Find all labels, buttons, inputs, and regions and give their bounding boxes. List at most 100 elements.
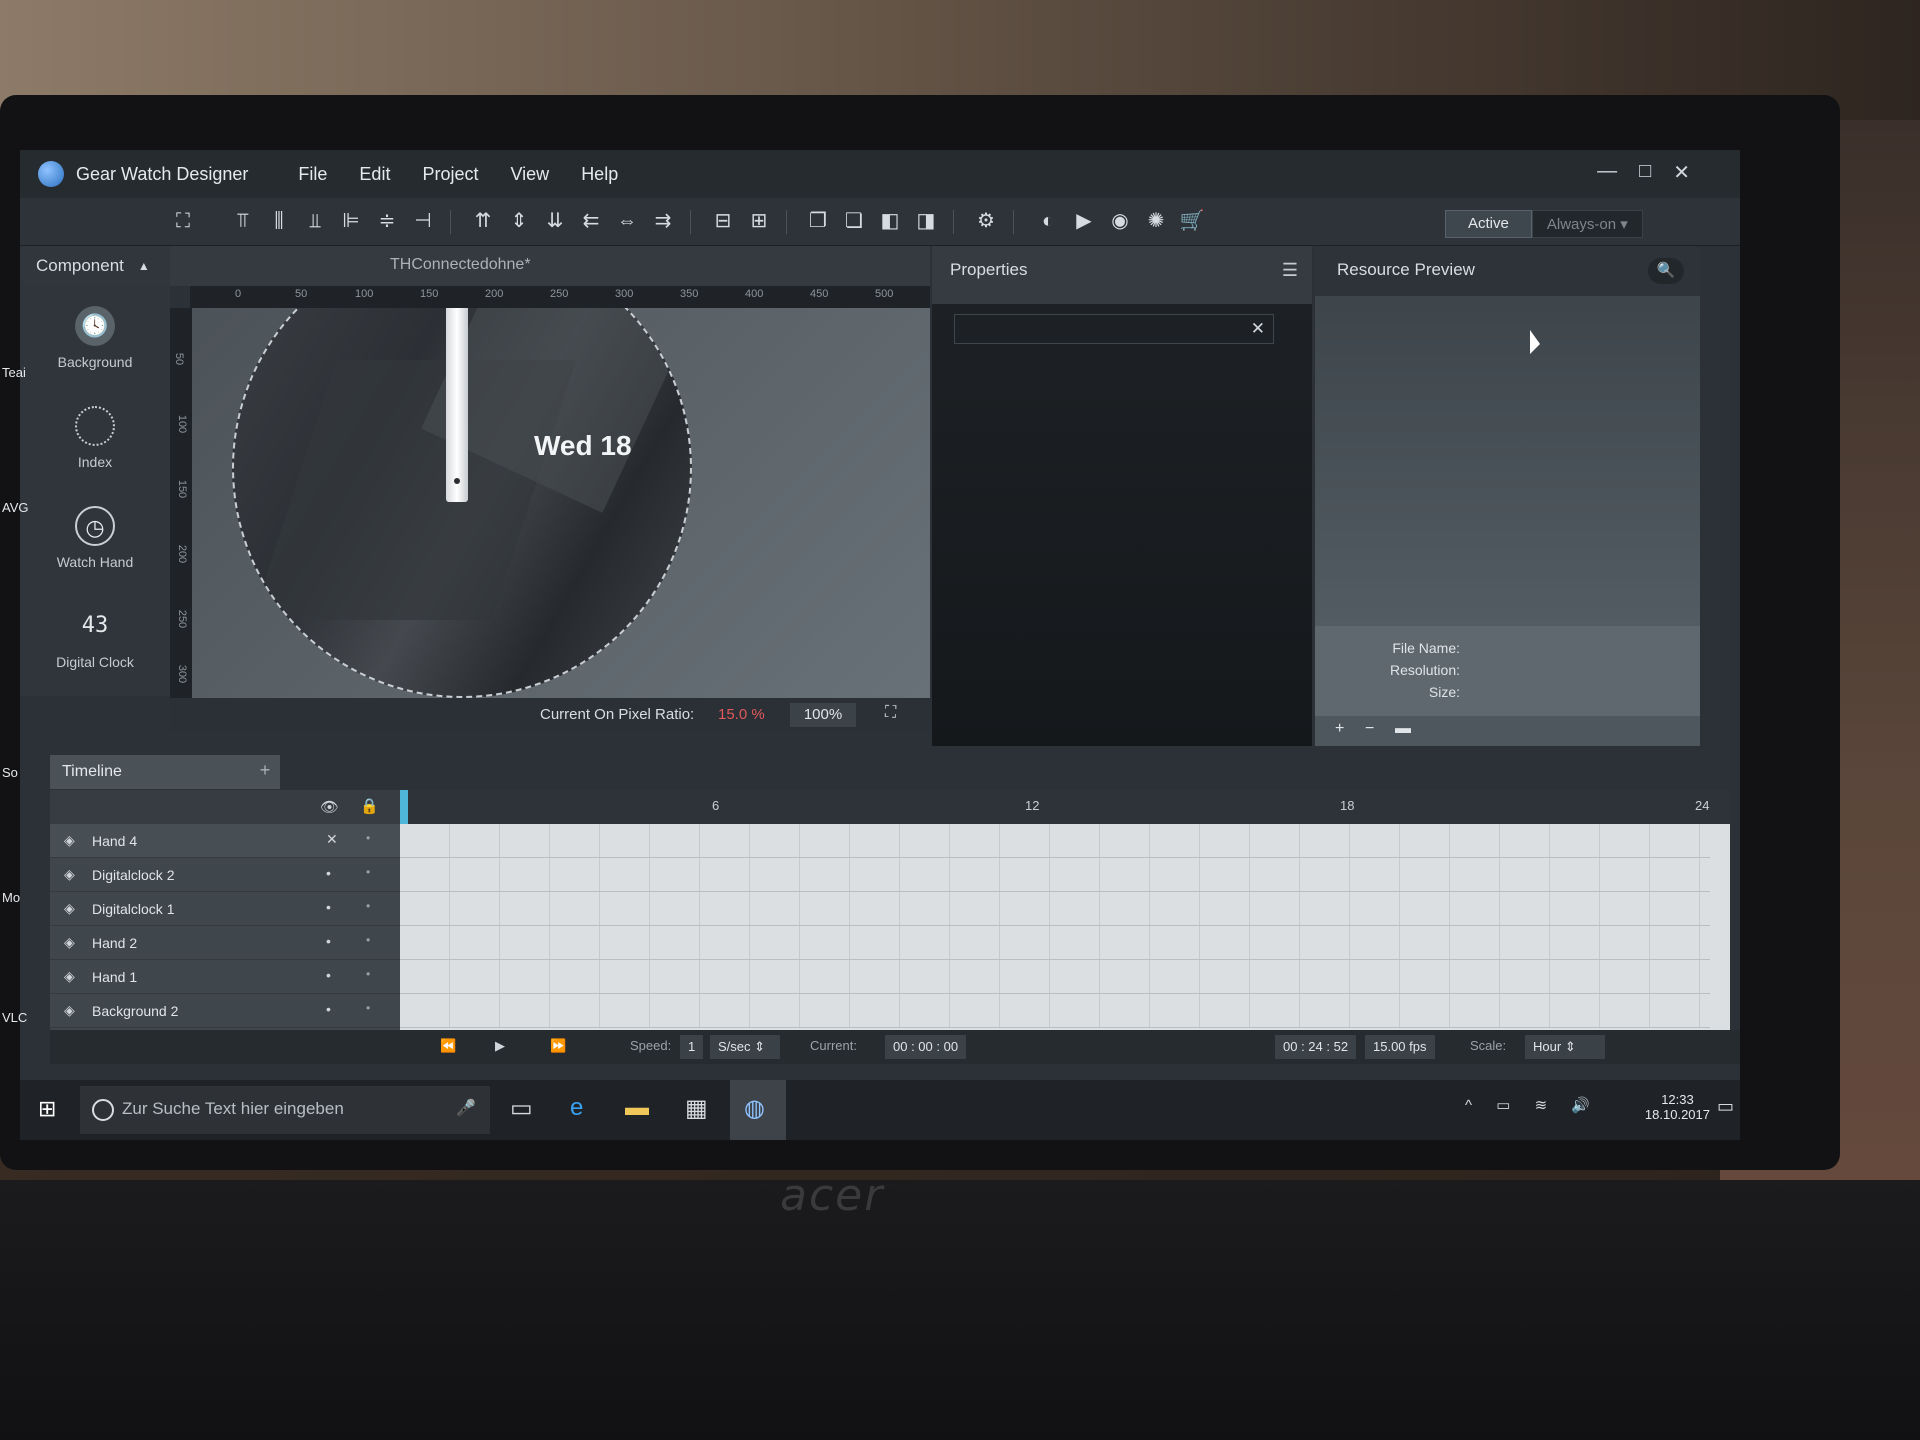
component-background[interactable]: 🕓 Background xyxy=(20,306,170,370)
distribute-vertical-icon[interactable]: ⇕ xyxy=(506,208,532,234)
collapse-arrow-icon[interactable]: ▲ xyxy=(138,259,150,273)
rewind-icon[interactable]: ⏪ xyxy=(440,1038,456,1054)
send-backward-icon[interactable]: ❏ xyxy=(841,208,867,234)
document-title[interactable]: THConnectedohne* xyxy=(390,256,531,274)
align-center-icon[interactable]: ≑ xyxy=(374,208,400,234)
lock-dot-icon[interactable]: • xyxy=(366,831,370,845)
lock-dot-icon[interactable]: • xyxy=(366,1001,370,1015)
store-icon[interactable]: ▦ xyxy=(685,1094,708,1123)
visible-dot-icon[interactable]: • xyxy=(326,933,331,949)
menu-help[interactable]: Help xyxy=(581,164,618,185)
add-resource-button[interactable]: + xyxy=(1335,720,1344,738)
visible-dot-icon[interactable]: • xyxy=(326,967,331,983)
panel-menu-icon[interactable]: ☰ xyxy=(1282,260,1298,281)
visibility-toggle-icon[interactable]: 👁 xyxy=(320,798,339,816)
layer-row[interactable]: ◈ Hand 4 ✕ • xyxy=(50,824,400,858)
desktop-icon-label[interactable]: So xyxy=(2,765,18,780)
clock[interactable]: 12:33 18.10.2017 xyxy=(1645,1092,1710,1122)
visible-dot-icon[interactable]: • xyxy=(326,865,331,881)
align-bottom-icon[interactable]: ⫫ xyxy=(302,208,328,234)
timeline-time-scale[interactable]: 6 12 18 24 xyxy=(400,790,1730,824)
task-view-icon[interactable]: ▭ xyxy=(510,1094,533,1123)
system-tray-icons[interactable]: ^ ▭ ≋ 🔊 xyxy=(1465,1096,1600,1114)
lock-icon[interactable]: 🔒 xyxy=(360,797,379,815)
track-row[interactable] xyxy=(400,960,1710,994)
layer-row[interactable]: ◈ Digitalclock 1 • • xyxy=(50,892,400,926)
clear-search-icon[interactable]: ✕ xyxy=(1251,319,1265,339)
maximize-button[interactable]: □ xyxy=(1639,160,1651,185)
close-button[interactable]: ✕ xyxy=(1673,160,1690,185)
track-row[interactable] xyxy=(400,926,1710,960)
windows-start-icon[interactable]: ⊞ xyxy=(38,1096,56,1122)
menu-view[interactable]: View xyxy=(510,164,549,185)
menu-edit[interactable]: Edit xyxy=(359,164,390,185)
speed-unit-select[interactable]: S/sec ⇕ xyxy=(710,1035,780,1059)
remove-resource-button[interactable]: − xyxy=(1365,720,1374,738)
visible-dot-icon[interactable]: • xyxy=(326,1001,331,1017)
digital-date-element[interactable]: Wed 18 xyxy=(534,430,632,462)
mode-always-on-button[interactable]: Always-on ▾ xyxy=(1531,210,1643,238)
record-icon[interactable]: ◉ xyxy=(1107,208,1133,234)
align-top-icon[interactable]: ⫪ xyxy=(230,208,256,234)
playhead-handle[interactable] xyxy=(400,790,408,824)
layer-row[interactable]: ◈ Background 2 • • xyxy=(50,994,400,1028)
track-row[interactable] xyxy=(400,858,1710,892)
fast-forward-icon[interactable]: ⏩ xyxy=(550,1038,566,1054)
align-left-icon[interactable]: ⊫ xyxy=(338,208,364,234)
settings-gear-icon[interactable]: ✺ xyxy=(1143,208,1169,234)
lock-dot-icon[interactable]: • xyxy=(366,933,370,947)
desktop-icon-label[interactable]: VLC xyxy=(2,1010,27,1025)
build-icon[interactable]: ⚙ xyxy=(973,208,999,234)
layer-row[interactable]: ◈ Digitalclock 2 • • xyxy=(50,858,400,892)
contrast-icon[interactable]: ◐ xyxy=(1035,208,1061,234)
fps-field[interactable]: 15.00 fps xyxy=(1365,1035,1435,1059)
desktop-icon-label[interactable]: Mo xyxy=(2,890,20,905)
search-icon[interactable]: 🔍 xyxy=(1648,258,1684,284)
track-row[interactable] xyxy=(400,892,1710,926)
run-icon[interactable]: ▶ xyxy=(1071,208,1097,234)
timeline-track-area[interactable]: 6 12 18 24 xyxy=(400,790,1730,1030)
zoom-level[interactable]: 100% xyxy=(790,703,856,727)
lock-dot-icon[interactable]: • xyxy=(366,899,370,913)
timeline-tab[interactable]: Timeline xyxy=(50,755,280,789)
layer-row[interactable]: ◈ Hand 2 • • xyxy=(50,926,400,960)
component-index[interactable]: Index xyxy=(20,406,170,470)
menu-project[interactable]: Project xyxy=(422,164,478,185)
scale-select[interactable]: Hour ⇕ xyxy=(1525,1035,1605,1059)
gear-watch-designer-taskbar-button[interactable]: ◍ xyxy=(730,1080,786,1140)
visible-dot-icon[interactable]: • xyxy=(326,899,331,915)
desktop-icon-label[interactable]: Teai xyxy=(2,365,26,380)
speed-value[interactable]: 1 xyxy=(680,1035,704,1059)
mode-active-button[interactable]: Active xyxy=(1445,210,1532,238)
watch-face-preview[interactable]: Wed 18 xyxy=(232,308,692,698)
folder-icon[interactable]: ▬ xyxy=(1395,720,1411,738)
bring-forward-icon[interactable]: ❐ xyxy=(805,208,831,234)
layer-row[interactable]: ◈ Hand 1 • • xyxy=(50,960,400,994)
duration-field[interactable]: 00 : 24 : 52 xyxy=(1275,1035,1357,1059)
same-height-icon[interactable]: ⊞ xyxy=(746,208,772,234)
bring-to-front-icon[interactable]: ◧ xyxy=(877,208,903,234)
distribute-horizontal-icon[interactable]: ⇔ xyxy=(614,208,640,234)
distribute-right-icon[interactable]: ⇉ xyxy=(650,208,676,234)
track-row[interactable] xyxy=(400,994,1710,1028)
design-canvas[interactable]: Wed 18 xyxy=(192,308,930,698)
file-explorer-icon[interactable]: ▬ xyxy=(625,1094,649,1122)
desktop-icon-label[interactable]: AVG xyxy=(2,500,29,515)
hidden-x-icon[interactable]: ✕ xyxy=(326,831,338,848)
lock-dot-icon[interactable]: • xyxy=(366,865,370,879)
menu-file[interactable]: File xyxy=(298,164,327,185)
add-timeline-tab-button[interactable]: + xyxy=(250,760,280,786)
taskbar-search-input[interactable]: Zur Suche Text hier eingeben 🎤 xyxy=(80,1086,490,1134)
component-digital-clock[interactable]: 43 Digital Clock xyxy=(20,606,170,670)
align-right-icon[interactable]: ⊣ xyxy=(410,208,436,234)
store-cart-icon[interactable]: 🛒 xyxy=(1179,208,1205,234)
distribute-bottom-icon[interactable]: ⇊ xyxy=(542,208,568,234)
watch-hand-element[interactable] xyxy=(446,308,468,502)
component-watch-hand[interactable]: ◷ Watch Hand xyxy=(20,506,170,570)
distribute-top-icon[interactable]: ⇈ xyxy=(470,208,496,234)
fit-screen-icon[interactable]: ⛶ xyxy=(170,208,196,234)
microphone-icon[interactable]: 🎤 xyxy=(456,1098,476,1118)
fit-to-screen-icon[interactable]: ⛶ xyxy=(885,704,896,722)
align-middle-icon[interactable]: ⫼ xyxy=(266,208,292,234)
lock-dot-icon[interactable]: • xyxy=(366,967,370,981)
